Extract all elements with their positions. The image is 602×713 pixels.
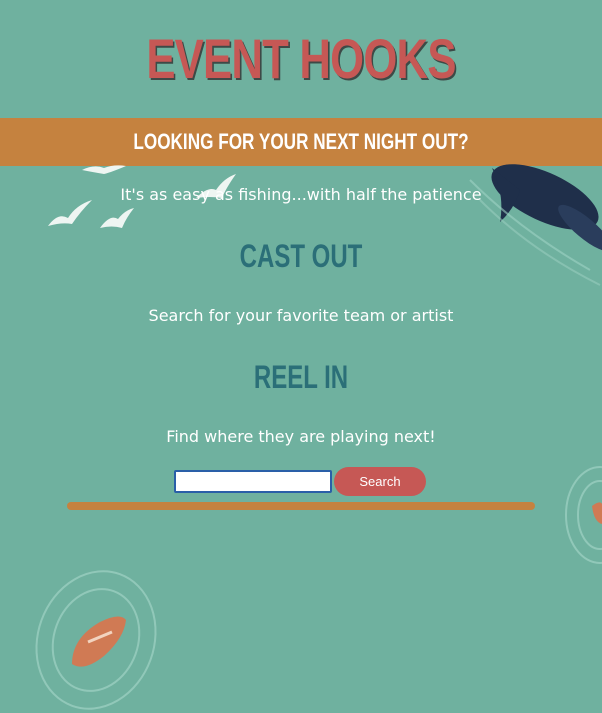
search-input[interactable]: [174, 470, 332, 493]
top-banner: LOOKING FOR YOUR NEXT NIGHT OUT?: [0, 118, 602, 166]
search-button[interactable]: Search: [334, 467, 426, 496]
cast-out-text: Search for your favorite team or artist: [148, 306, 454, 325]
site-title: EVENT HOOKS: [146, 27, 456, 90]
banner-text: LOOKING FOR YOUR NEXT NIGHT OUT?: [133, 129, 469, 154]
tagline: It's as easy as fishing...with half the …: [120, 185, 482, 204]
seagull-icon: [82, 165, 126, 174]
seagull-icon: [100, 208, 134, 228]
reel-in-heading: REEL IN: [253, 359, 349, 395]
reel-in-text: Find where they are playing next!: [166, 427, 436, 446]
boat-icon: [72, 502, 602, 667]
divider-bar: [67, 502, 535, 510]
site-header: EVENT HOOKS: [0, 0, 602, 118]
cast-out-heading: CAST OUT: [239, 238, 363, 274]
